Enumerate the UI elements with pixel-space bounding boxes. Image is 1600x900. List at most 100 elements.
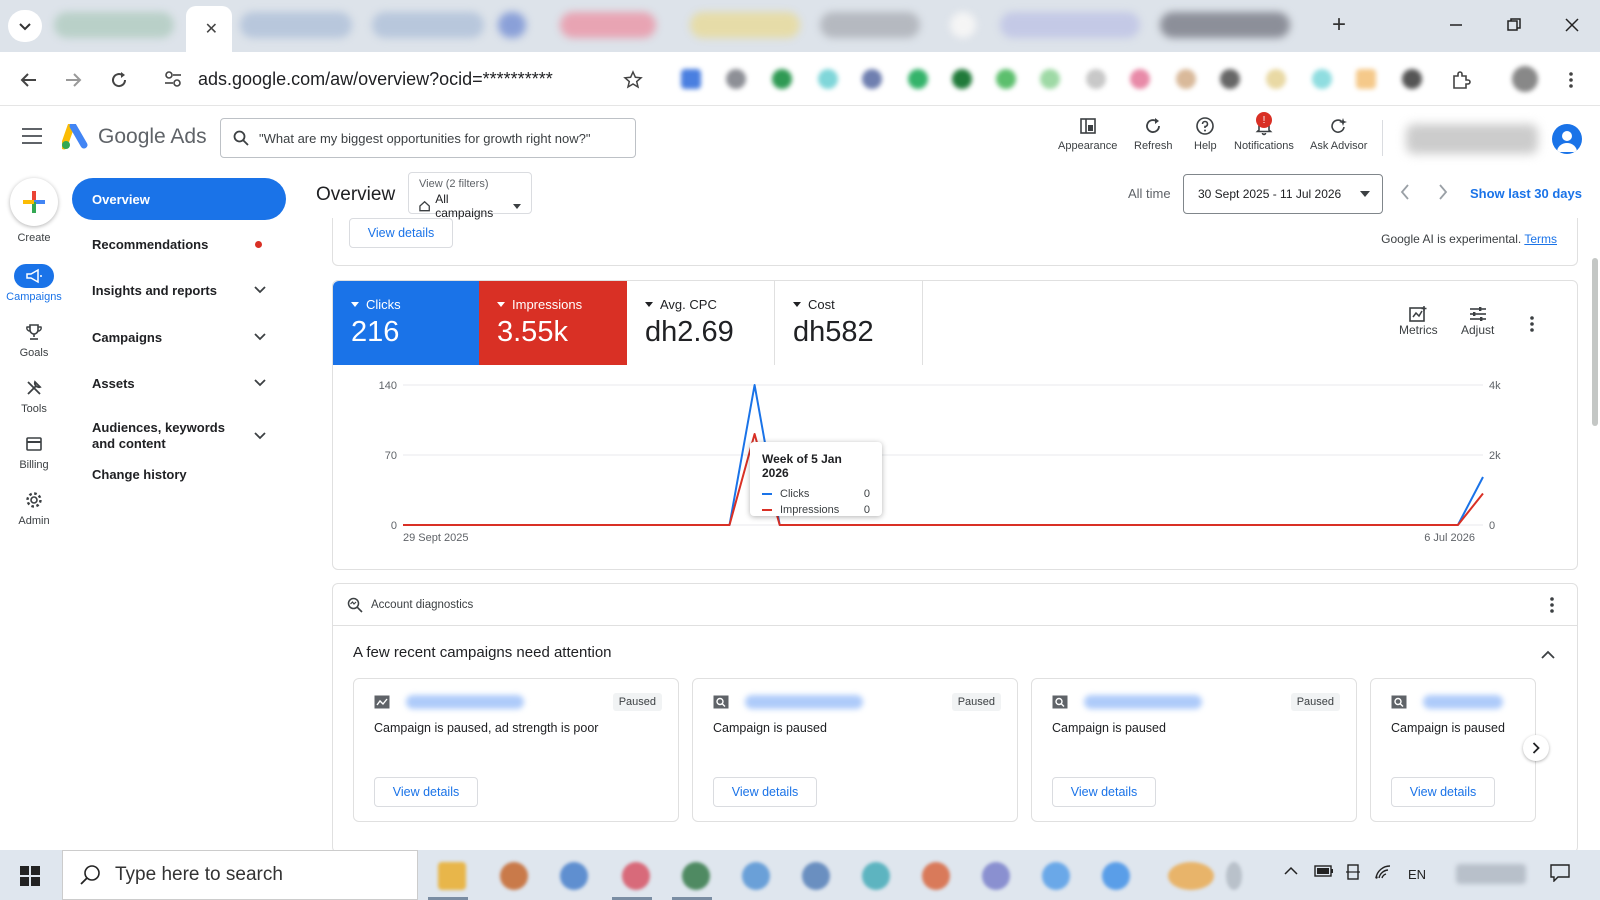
metric-tile-avg-cpc[interactable]: Avg. CPC dh2.69 (627, 281, 775, 365)
nav-item-assets[interactable]: Assets (72, 371, 286, 395)
browser-tab-active[interactable]: ✕ (186, 6, 232, 52)
rail-item-goals[interactable]: Goals (0, 320, 68, 359)
back-button[interactable] (16, 67, 42, 93)
rail-item-tools[interactable]: Tools (0, 376, 68, 415)
tab-list-button[interactable] (8, 10, 42, 42)
extension-icon[interactable] (996, 69, 1016, 89)
main-menu-icon[interactable] (22, 128, 42, 149)
search-input[interactable]: "What are my biggest opportunities for g… (220, 118, 636, 158)
google-ads-logo[interactable]: Google Ads (62, 124, 207, 150)
extension-icon[interactable] (952, 69, 972, 89)
chrome-icon[interactable] (500, 862, 528, 890)
restore-button[interactable] (1494, 10, 1534, 40)
diagnostics-more-button[interactable] (1549, 596, 1555, 617)
app-icon[interactable] (1102, 862, 1130, 890)
nav-item-overview[interactable]: Overview (72, 178, 286, 220)
nav-item-change-history[interactable]: Change history (72, 462, 286, 486)
view-details-button[interactable]: View details (713, 777, 817, 807)
metric-tile-clicks[interactable]: Clicks 216 (333, 281, 479, 365)
close-window-button[interactable] (1552, 10, 1592, 40)
view-details-button[interactable]: View details (1052, 777, 1156, 807)
terms-link[interactable]: Terms (1524, 232, 1557, 246)
extension-icon[interactable] (1402, 69, 1422, 89)
browser-tab[interactable] (690, 12, 800, 38)
windows-start-button[interactable] (20, 866, 40, 886)
browser-tab[interactable] (560, 12, 656, 38)
file-explorer-icon[interactable] (438, 862, 466, 890)
tablet-icon[interactable] (1346, 864, 1360, 883)
extension-icon[interactable] (1130, 69, 1150, 89)
wifi-icon[interactable] (1374, 864, 1392, 883)
clock[interactable] (1456, 864, 1526, 884)
view-details-button[interactable]: View details (349, 218, 453, 248)
browser-tab[interactable] (1000, 12, 1140, 38)
help-button[interactable]: Help (1194, 116, 1217, 152)
language-indicator[interactable]: EN (1408, 867, 1426, 882)
battery-icon[interactable] (1314, 864, 1334, 881)
extension-icon[interactable] (1220, 69, 1240, 89)
extension-icon[interactable] (1040, 69, 1060, 89)
extension-icon[interactable] (772, 69, 792, 89)
nav-item-recommendations[interactable]: Recommendations (72, 232, 286, 256)
extension-icon[interactable] (726, 69, 746, 89)
campaign-name[interactable] (1423, 695, 1503, 709)
notifications-button[interactable]: ! Notifications (1234, 112, 1294, 152)
minimize-button[interactable] (1436, 10, 1476, 40)
date-prev-button[interactable] (1400, 184, 1410, 205)
metric-tile-impressions[interactable]: Impressions 3.55k (479, 281, 627, 365)
campaign-name[interactable] (406, 695, 524, 709)
browser-menu-button[interactable] (1558, 67, 1584, 93)
rail-item-billing[interactable]: Billing (0, 432, 68, 471)
profile-avatar[interactable] (1512, 66, 1538, 92)
extension-icon[interactable] (681, 69, 701, 89)
close-tab-icon[interactable]: ✕ (205, 19, 218, 39)
adjust-button[interactable]: Adjust (1461, 305, 1494, 337)
extension-icon[interactable] (1266, 69, 1286, 89)
ask-advisor-button[interactable]: Ask Advisor (1310, 116, 1367, 152)
browser-tab[interactable] (820, 12, 920, 38)
create-button[interactable] (10, 178, 58, 226)
campaign-name[interactable] (1084, 695, 1202, 709)
show-last-30-days-link[interactable]: Show last 30 days (1470, 186, 1582, 201)
app-icon[interactable] (1226, 862, 1242, 890)
nav-item-campaigns[interactable]: Campaigns (72, 325, 286, 349)
extension-icon[interactable] (1356, 69, 1376, 89)
refresh-button[interactable]: Refresh (1134, 116, 1173, 152)
rail-item-admin[interactable]: Admin (0, 488, 68, 527)
forward-button[interactable] (60, 67, 86, 93)
extension-icon[interactable] (818, 69, 838, 89)
view-filter-dropdown[interactable]: View (2 filters) All campaigns (408, 172, 532, 220)
browser-tab[interactable] (498, 12, 526, 38)
reload-button[interactable] (106, 67, 132, 93)
browser-tab[interactable] (1160, 12, 1290, 38)
extension-icon[interactable] (862, 69, 882, 89)
notification-center-icon[interactable] (1550, 864, 1570, 885)
taskbar-search-input[interactable]: Type here to search (62, 850, 418, 900)
date-next-button[interactable] (1438, 184, 1448, 205)
metrics-button[interactable]: Metrics (1399, 305, 1438, 337)
avatar[interactable] (1552, 124, 1582, 154)
appearance-button[interactable]: Appearance (1058, 116, 1117, 152)
browser-tab[interactable] (372, 12, 484, 38)
browser-tab[interactable] (240, 12, 352, 38)
extension-icon[interactable] (1312, 69, 1332, 89)
chrome-icon[interactable] (802, 862, 830, 890)
extensions-button[interactable] (1448, 67, 1474, 93)
chrome-icon[interactable] (922, 862, 950, 890)
browser-tab[interactable] (950, 12, 976, 38)
account-switcher[interactable] (1406, 124, 1538, 154)
url-field[interactable]: ads.google.com/aw/overview?ocid=********… (158, 60, 658, 98)
carousel-next-button[interactable] (1523, 735, 1549, 761)
date-range-picker[interactable]: 30 Sept 2025 - 11 Jul 2026 (1183, 174, 1383, 214)
extension-icon[interactable] (1176, 69, 1196, 89)
chrome-icon[interactable] (982, 862, 1010, 890)
chrome-icon[interactable] (622, 862, 650, 890)
chart-more-button[interactable] (1529, 315, 1535, 338)
nav-item-audiences[interactable]: Audiences, keywords and content (72, 418, 286, 454)
campaign-name[interactable] (745, 695, 863, 709)
view-details-button[interactable]: View details (1391, 777, 1495, 807)
app-icon[interactable] (1168, 862, 1214, 890)
site-settings-icon[interactable] (164, 70, 182, 93)
page-scrollbar[interactable] (1592, 258, 1598, 426)
nav-item-insights[interactable]: Insights and reports (72, 278, 286, 302)
